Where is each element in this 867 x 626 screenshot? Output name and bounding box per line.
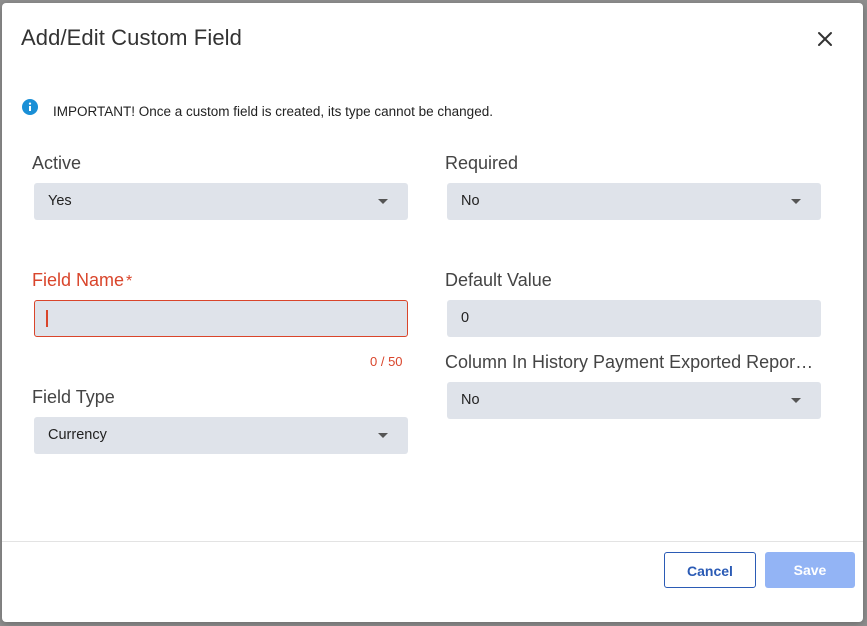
chevron-down-icon: [791, 398, 801, 403]
field-name-char-counter: 0 / 50: [370, 354, 403, 369]
column-history-select[interactable]: No: [447, 382, 821, 419]
text-cursor: [46, 310, 48, 327]
field-name-label: Field Name *: [32, 270, 132, 291]
default-value-input[interactable]: 0: [447, 300, 821, 337]
field-name-label-text: Field Name: [32, 270, 125, 290]
close-icon: [818, 32, 832, 46]
required-mark: *: [126, 273, 133, 290]
save-button[interactable]: Save: [765, 552, 855, 588]
chevron-down-icon: [378, 199, 388, 204]
default-value-label: Default Value: [445, 270, 552, 290]
close-button[interactable]: [814, 28, 836, 50]
active-select-value: Yes: [48, 193, 72, 209]
field-type-label: Field Type: [32, 387, 115, 407]
cancel-button[interactable]: Cancel: [664, 552, 756, 588]
custom-field-dialog: Add/Edit Custom Field IMPORTANT! Once a …: [2, 3, 863, 622]
required-select[interactable]: No: [447, 183, 821, 220]
info-icon: [22, 99, 38, 115]
active-select[interactable]: Yes: [34, 183, 408, 220]
default-value-input-value: 0: [461, 310, 470, 326]
dialog-title: Add/Edit Custom Field: [21, 25, 242, 50]
important-notice: IMPORTANT! Once a custom field is create…: [53, 104, 493, 119]
field-type-select-value: Currency: [48, 427, 107, 443]
active-label: Active: [32, 153, 82, 173]
column-history-label: Column In History Payment Exported Repor…: [445, 352, 814, 372]
chevron-down-icon: [378, 433, 388, 438]
field-type-select[interactable]: Currency: [34, 417, 408, 454]
chevron-down-icon: [791, 199, 801, 204]
field-name-input[interactable]: [34, 300, 408, 337]
required-select-value: No: [461, 193, 480, 209]
required-label: Required: [445, 153, 519, 173]
column-history-select-value: No: [461, 392, 480, 408]
footer-divider: [2, 541, 863, 542]
